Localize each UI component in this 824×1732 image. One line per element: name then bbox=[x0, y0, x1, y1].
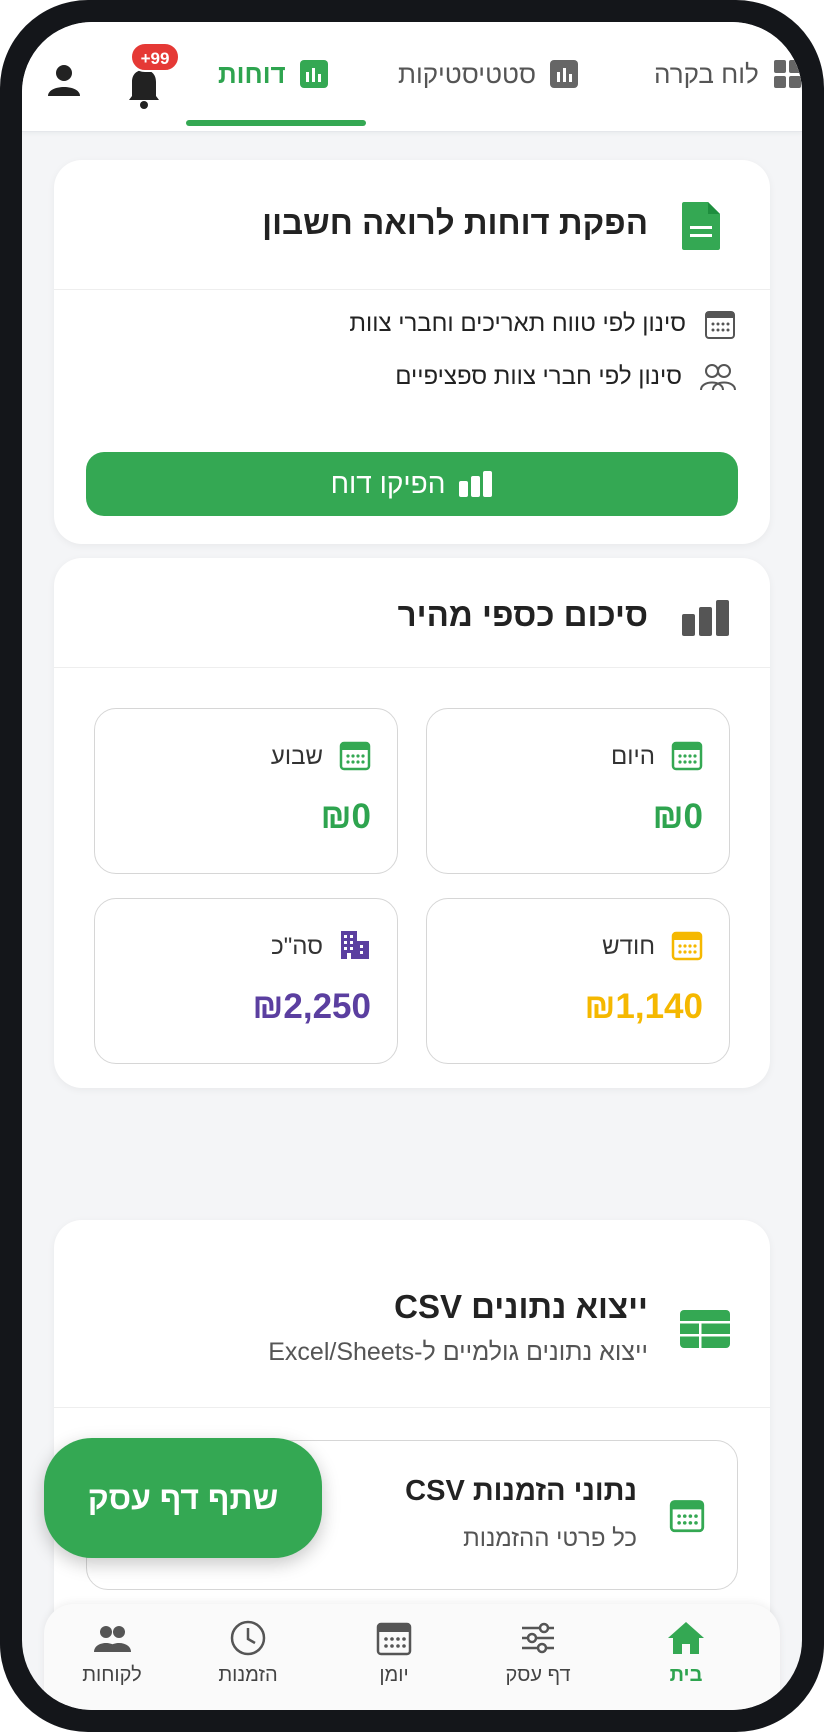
tab-dashboard-label: לוח בקרה bbox=[654, 58, 759, 89]
stat-month: חודש ₪1,140 bbox=[426, 898, 730, 1064]
feature-team-members-text: סינון לפי חברי צוות ספציפיים bbox=[395, 363, 682, 390]
reports-card-header: הפקת דוחות לרואה חשבון bbox=[54, 160, 770, 290]
nav-home[interactable]: בית bbox=[626, 1618, 746, 1702]
nav-orders[interactable]: הזמנות bbox=[188, 1618, 308, 1702]
stat-total-value: ₪2,250 bbox=[252, 987, 371, 1026]
nav-business-page[interactable]: דף עסק bbox=[478, 1618, 598, 1702]
summary-card-title: סיכום כספי מהיר bbox=[397, 596, 648, 633]
stat-today-label: היום bbox=[611, 743, 655, 770]
nav-orders-label: הזמנות bbox=[218, 1664, 278, 1686]
calendar-nav-icon bbox=[376, 1622, 412, 1656]
calendar-week-icon bbox=[339, 741, 371, 771]
tab-statistics[interactable]: סטטיסטיקות bbox=[398, 22, 579, 126]
device-frame: +99 דוחות סטטיסטיקות לוח בקרה הפקת דוחות… bbox=[0, 0, 824, 1732]
tab-reports-label: דוחות bbox=[218, 58, 286, 89]
nav-calendar-label: יומן bbox=[379, 1664, 409, 1686]
financial-summary-card: סיכום כספי מהיר היום ₪0 שבוע ₪0 חודש ₪1,… bbox=[54, 558, 770, 1088]
home-icon bbox=[668, 1622, 704, 1654]
export-card-header: ייצוא נתונים CSV ייצוא נתונים גולמיים ל-… bbox=[54, 1220, 770, 1408]
nav-business-page-label: דף עסק bbox=[505, 1664, 571, 1686]
export-orders-subtitle: כל פרטי ההזמנות bbox=[463, 1525, 637, 1552]
nav-customers[interactable]: לקוחות bbox=[52, 1618, 172, 1702]
tab-dashboard[interactable]: לוח בקרה bbox=[654, 22, 801, 126]
team-members-icon bbox=[700, 364, 736, 391]
stat-week-label: שבוע bbox=[270, 743, 323, 770]
building-icon bbox=[341, 931, 369, 959]
bottom-navigation: בית דף עסק יומן הזמנות לקוחות bbox=[44, 1604, 780, 1710]
stat-week-value: ₪0 bbox=[320, 797, 371, 836]
nav-home-label: בית bbox=[669, 1664, 703, 1686]
export-card-title: ייצוא נתונים CSV bbox=[394, 1288, 648, 1325]
table-grid-icon bbox=[680, 1310, 730, 1352]
nav-customers-label: לקוחות bbox=[82, 1664, 142, 1686]
report-chart-icon bbox=[459, 471, 493, 497]
feature-date-range: סינון לפי טווח תאריכים וחברי צוות bbox=[349, 308, 736, 340]
stat-today: היום ₪0 bbox=[426, 708, 730, 874]
tab-statistics-label: סטטיסטיקות bbox=[398, 58, 537, 89]
calendar-today-icon bbox=[671, 741, 703, 771]
top-header: +99 דוחות סטטיסטיקות לוח בקרה bbox=[22, 22, 802, 132]
dashboard-grid-icon bbox=[773, 60, 801, 88]
feature-date-range-text: סינון לפי טווח תאריכים וחברי צוות bbox=[349, 310, 686, 337]
share-business-page-label: שתף דף עסק bbox=[87, 1479, 279, 1516]
export-card-subtitle: ייצוא נתונים גולמיים ל-Excel/Sheets bbox=[268, 1338, 648, 1366]
stat-total-label: סה"כ bbox=[271, 933, 323, 960]
customers-icon bbox=[94, 1626, 131, 1652]
stat-week: שבוע ₪0 bbox=[94, 708, 398, 874]
app-screen: +99 דוחות סטטיסטיקות לוח בקרה הפקת דוחות… bbox=[22, 22, 802, 1710]
calendar-icon bbox=[705, 311, 735, 339]
nav-calendar[interactable]: יומן bbox=[334, 1618, 454, 1702]
reports-card-title: הפקת דוחות לרואה חשבון bbox=[262, 204, 648, 241]
csv-export-card: ייצוא נתונים CSV ייצוא נתונים גולמיים ל-… bbox=[54, 1220, 770, 1640]
calendar-orders-icon bbox=[669, 1500, 705, 1533]
active-tab-indicator bbox=[186, 120, 366, 126]
notifications-badge: +99 bbox=[130, 42, 180, 72]
stat-today-value: ₪0 bbox=[652, 797, 703, 836]
tab-reports[interactable]: דוחות bbox=[218, 22, 328, 126]
generate-report-label: הפיקו דוח bbox=[330, 468, 446, 499]
feature-team-members: סינון לפי חברי צוות ספציפיים bbox=[395, 362, 736, 392]
reports-chart-icon bbox=[299, 60, 328, 88]
statistics-chart-icon bbox=[550, 60, 579, 88]
share-business-page-button[interactable]: שתף דף עסק bbox=[44, 1438, 322, 1558]
summary-card-header: סיכום כספי מהיר bbox=[54, 558, 770, 668]
stat-month-label: חודש bbox=[602, 933, 655, 960]
stat-month-value: ₪1,140 bbox=[584, 987, 703, 1026]
calendar-month-icon bbox=[671, 931, 703, 961]
export-orders-title: נתוני הזמנות CSV bbox=[405, 1475, 637, 1507]
generate-report-button[interactable]: הפיקו דוח bbox=[86, 452, 738, 516]
accountant-reports-card: הפקת דוחות לרואה חשבון סינון לפי טווח תא… bbox=[54, 160, 770, 544]
clock-icon bbox=[230, 1620, 266, 1656]
bar-chart-icon bbox=[682, 600, 730, 640]
document-icon bbox=[680, 200, 722, 252]
user-profile-icon[interactable] bbox=[44, 60, 84, 100]
sliders-icon bbox=[522, 1622, 554, 1654]
stat-total: סה"כ ₪2,250 bbox=[94, 898, 398, 1064]
